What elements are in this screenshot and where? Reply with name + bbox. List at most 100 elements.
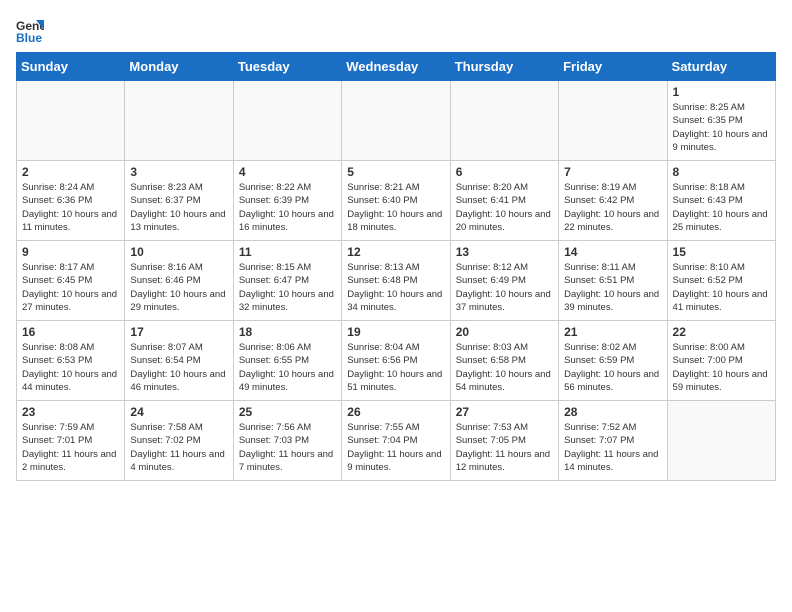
day-cell: 14 Sunrise: 8:11 AM Sunset: 6:51 PM Dayli… — [559, 241, 667, 321]
day-cell: 21 Sunrise: 8:02 AM Sunset: 6:59 PM Dayli… — [559, 321, 667, 401]
day-number: 16 — [22, 325, 119, 339]
day-number: 13 — [456, 245, 553, 259]
day-number: 22 — [673, 325, 770, 339]
day-info: Sunrise: 7:58 AM Sunset: 7:02 PM Dayligh… — [130, 421, 227, 474]
logo: General Blue — [16, 16, 48, 44]
day-number: 12 — [347, 245, 444, 259]
day-info: Sunrise: 8:20 AM Sunset: 6:41 PM Dayligh… — [456, 181, 553, 234]
day-cell: 11 Sunrise: 8:15 AM Sunset: 6:47 PM Dayli… — [233, 241, 341, 321]
day-cell: 27 Sunrise: 7:53 AM Sunset: 7:05 PM Dayli… — [450, 401, 558, 481]
day-number: 18 — [239, 325, 336, 339]
day-number: 20 — [456, 325, 553, 339]
day-info: Sunrise: 8:25 AM Sunset: 6:35 PM Dayligh… — [673, 101, 770, 154]
day-cell: 18 Sunrise: 8:06 AM Sunset: 6:55 PM Dayli… — [233, 321, 341, 401]
day-header-tuesday: Tuesday — [233, 53, 341, 81]
day-header-saturday: Saturday — [667, 53, 775, 81]
day-info: Sunrise: 7:53 AM Sunset: 7:05 PM Dayligh… — [456, 421, 553, 474]
day-cell: 20 Sunrise: 8:03 AM Sunset: 6:58 PM Dayli… — [450, 321, 558, 401]
day-cell: 19 Sunrise: 8:04 AM Sunset: 6:56 PM Dayli… — [342, 321, 450, 401]
day-cell: 10 Sunrise: 8:16 AM Sunset: 6:46 PM Dayli… — [125, 241, 233, 321]
day-number: 10 — [130, 245, 227, 259]
day-number: 28 — [564, 405, 661, 419]
day-info: Sunrise: 8:15 AM Sunset: 6:47 PM Dayligh… — [239, 261, 336, 314]
day-cell: 8 Sunrise: 8:18 AM Sunset: 6:43 PM Daylig… — [667, 161, 775, 241]
day-info: Sunrise: 8:18 AM Sunset: 6:43 PM Dayligh… — [673, 181, 770, 234]
day-header-thursday: Thursday — [450, 53, 558, 81]
day-number: 7 — [564, 165, 661, 179]
day-cell — [667, 401, 775, 481]
day-number: 14 — [564, 245, 661, 259]
day-info: Sunrise: 8:03 AM Sunset: 6:58 PM Dayligh… — [456, 341, 553, 394]
day-number: 2 — [22, 165, 119, 179]
day-cell: 25 Sunrise: 7:56 AM Sunset: 7:03 PM Dayli… — [233, 401, 341, 481]
day-number: 11 — [239, 245, 336, 259]
week-row-5: 23 Sunrise: 7:59 AM Sunset: 7:01 PM Dayli… — [17, 401, 776, 481]
day-cell — [233, 81, 341, 161]
day-info: Sunrise: 8:22 AM Sunset: 6:39 PM Dayligh… — [239, 181, 336, 234]
day-header-sunday: Sunday — [17, 53, 125, 81]
day-number: 4 — [239, 165, 336, 179]
header: General Blue — [16, 16, 776, 44]
day-cell: 16 Sunrise: 8:08 AM Sunset: 6:53 PM Dayli… — [17, 321, 125, 401]
day-cell: 22 Sunrise: 8:00 AM Sunset: 7:00 PM Dayli… — [667, 321, 775, 401]
day-number: 23 — [22, 405, 119, 419]
day-info: Sunrise: 8:23 AM Sunset: 6:37 PM Dayligh… — [130, 181, 227, 234]
day-cell — [450, 81, 558, 161]
day-info: Sunrise: 8:16 AM Sunset: 6:46 PM Dayligh… — [130, 261, 227, 314]
day-cell: 23 Sunrise: 7:59 AM Sunset: 7:01 PM Dayli… — [17, 401, 125, 481]
day-cell: 15 Sunrise: 8:10 AM Sunset: 6:52 PM Dayli… — [667, 241, 775, 321]
day-header-wednesday: Wednesday — [342, 53, 450, 81]
day-number: 1 — [673, 85, 770, 99]
day-header-friday: Friday — [559, 53, 667, 81]
day-number: 27 — [456, 405, 553, 419]
day-cell: 28 Sunrise: 7:52 AM Sunset: 7:07 PM Dayli… — [559, 401, 667, 481]
day-number: 21 — [564, 325, 661, 339]
day-number: 15 — [673, 245, 770, 259]
day-info: Sunrise: 8:07 AM Sunset: 6:54 PM Dayligh… — [130, 341, 227, 394]
day-info: Sunrise: 7:59 AM Sunset: 7:01 PM Dayligh… — [22, 421, 119, 474]
day-cell: 6 Sunrise: 8:20 AM Sunset: 6:41 PM Daylig… — [450, 161, 558, 241]
day-number: 24 — [130, 405, 227, 419]
day-info: Sunrise: 8:02 AM Sunset: 6:59 PM Dayligh… — [564, 341, 661, 394]
week-row-2: 2Sunrise: 8:24 AM Sunset: 6:36 PM Daylig… — [17, 161, 776, 241]
day-cell: 24 Sunrise: 7:58 AM Sunset: 7:02 PM Dayli… — [125, 401, 233, 481]
day-info: Sunrise: 8:17 AM Sunset: 6:45 PM Dayligh… — [22, 261, 119, 314]
day-cell: 5Sunrise: 8:21 AM Sunset: 6:40 PM Daylig… — [342, 161, 450, 241]
day-info: Sunrise: 7:56 AM Sunset: 7:03 PM Dayligh… — [239, 421, 336, 474]
day-cell — [17, 81, 125, 161]
day-number: 5 — [347, 165, 444, 179]
day-info: Sunrise: 8:04 AM Sunset: 6:56 PM Dayligh… — [347, 341, 444, 394]
day-number: 3 — [130, 165, 227, 179]
day-number: 19 — [347, 325, 444, 339]
day-number: 6 — [456, 165, 553, 179]
day-cell: 9 Sunrise: 8:17 AM Sunset: 6:45 PM Daylig… — [17, 241, 125, 321]
day-cell: 7Sunrise: 8:19 AM Sunset: 6:42 PM Daylig… — [559, 161, 667, 241]
day-info: Sunrise: 8:06 AM Sunset: 6:55 PM Dayligh… — [239, 341, 336, 394]
day-cell: 2Sunrise: 8:24 AM Sunset: 6:36 PM Daylig… — [17, 161, 125, 241]
day-header-monday: Monday — [125, 53, 233, 81]
day-cell: 17Sunrise: 8:07 AM Sunset: 6:54 PM Dayli… — [125, 321, 233, 401]
day-number: 25 — [239, 405, 336, 419]
day-cell — [125, 81, 233, 161]
day-cell: 4 Sunrise: 8:22 AM Sunset: 6:39 PM Daylig… — [233, 161, 341, 241]
day-info: Sunrise: 8:11 AM Sunset: 6:51 PM Dayligh… — [564, 261, 661, 314]
day-cell: 1 Sunrise: 8:25 AM Sunset: 6:35 PM Daylig… — [667, 81, 775, 161]
day-cell: 12 Sunrise: 8:13 AM Sunset: 6:48 PM Dayli… — [342, 241, 450, 321]
day-number: 9 — [22, 245, 119, 259]
day-cell — [342, 81, 450, 161]
day-number: 8 — [673, 165, 770, 179]
week-row-4: 16 Sunrise: 8:08 AM Sunset: 6:53 PM Dayli… — [17, 321, 776, 401]
svg-text:Blue: Blue — [16, 31, 42, 44]
day-info: Sunrise: 7:52 AM Sunset: 7:07 PM Dayligh… — [564, 421, 661, 474]
day-cell — [559, 81, 667, 161]
logo-icon: General Blue — [16, 16, 44, 44]
week-row-1: 1 Sunrise: 8:25 AM Sunset: 6:35 PM Daylig… — [17, 81, 776, 161]
day-info: Sunrise: 8:13 AM Sunset: 6:48 PM Dayligh… — [347, 261, 444, 314]
day-cell: 3 Sunrise: 8:23 AM Sunset: 6:37 PM Daylig… — [125, 161, 233, 241]
day-number: 26 — [347, 405, 444, 419]
day-info: Sunrise: 8:10 AM Sunset: 6:52 PM Dayligh… — [673, 261, 770, 314]
day-info: Sunrise: 8:12 AM Sunset: 6:49 PM Dayligh… — [456, 261, 553, 314]
day-info: Sunrise: 8:00 AM Sunset: 7:00 PM Dayligh… — [673, 341, 770, 394]
day-cell: 13 Sunrise: 8:12 AM Sunset: 6:49 PM Dayli… — [450, 241, 558, 321]
day-info: Sunrise: 8:08 AM Sunset: 6:53 PM Dayligh… — [22, 341, 119, 394]
